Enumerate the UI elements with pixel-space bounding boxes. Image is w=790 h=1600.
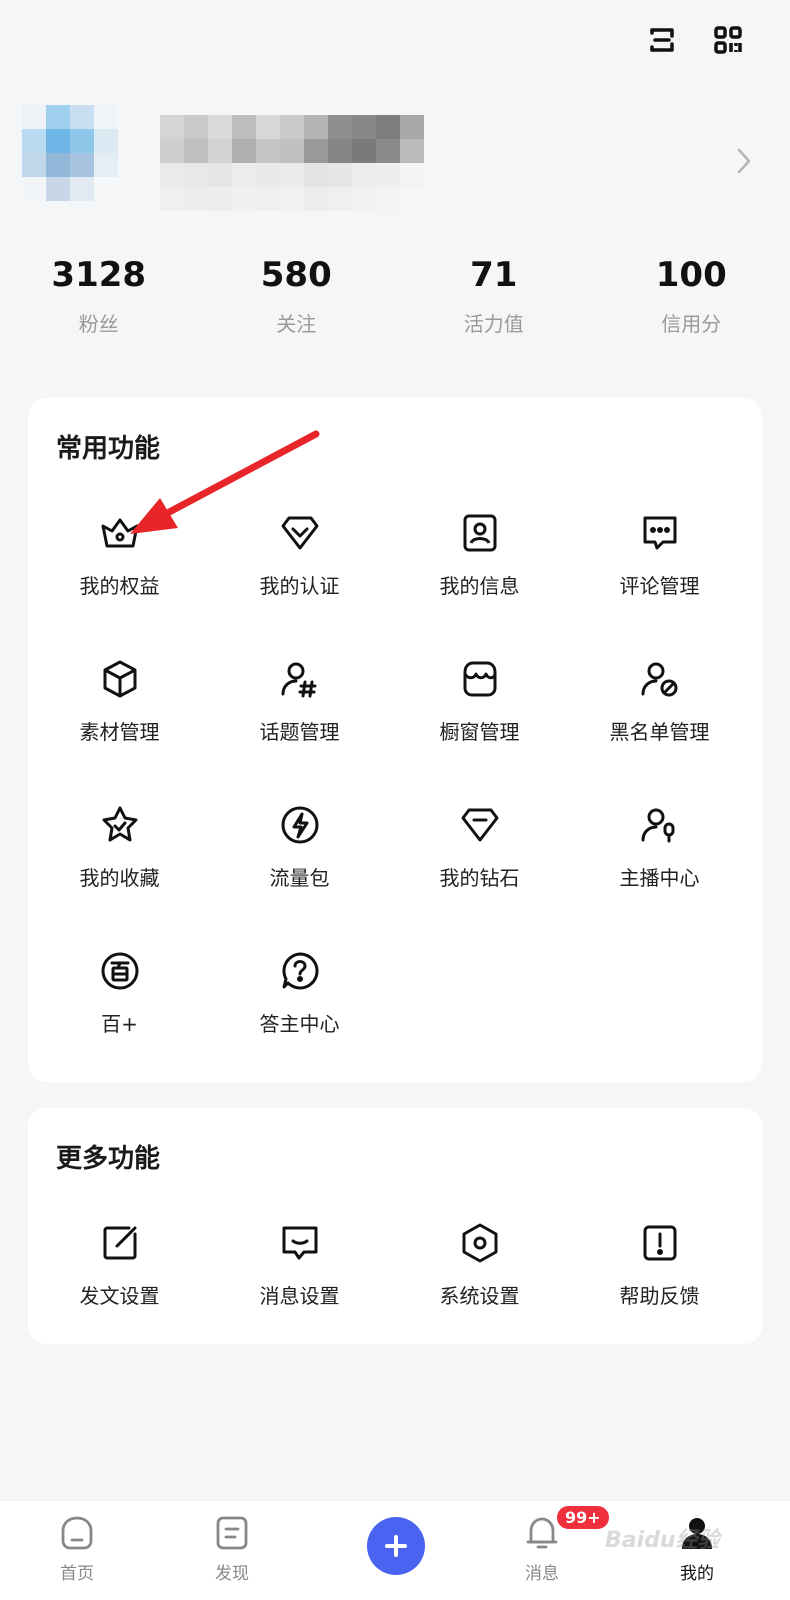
item-label: 黑名单管理 <box>609 720 710 744</box>
nav-label: 首页 <box>60 1564 94 1584</box>
annotation-arrow <box>130 430 320 534</box>
stat-credit[interactable]: 100 信用分 <box>593 252 790 337</box>
nav-discover[interactable]: 发现 <box>187 1513 277 1584</box>
publish-button[interactable] <box>367 1517 425 1575</box>
item-label: 主播中心 <box>619 866 700 890</box>
item-label: 我的认证 <box>259 574 340 598</box>
home-icon <box>61 1516 93 1550</box>
item-label: 素材管理 <box>79 720 160 744</box>
discover-icon <box>216 1516 248 1550</box>
plus-icon <box>385 1535 407 1557</box>
item-label: 消息设置 <box>259 1284 340 1308</box>
item-my-diamonds[interactable]: 我的钻石 <box>388 804 571 924</box>
item-system-settings[interactable]: 系统设置 <box>388 1222 571 1342</box>
item-label: 橱窗管理 <box>439 720 520 744</box>
chevron-right-icon[interactable] <box>734 146 754 176</box>
feedback-icon <box>643 1225 676 1261</box>
item-label: 我的信息 <box>439 574 520 598</box>
stat-value: 71 <box>470 255 518 295</box>
lightning-icon <box>281 806 318 844</box>
stat-label: 关注 <box>276 312 317 336</box>
more-functions-card: 更多功能 发文设置 消息设置 系统设置 帮助反馈 <box>28 1108 762 1344</box>
star-icon <box>102 806 137 842</box>
scan-icon[interactable] <box>644 22 680 58</box>
message-icon <box>282 1226 317 1260</box>
cube-icon <box>103 660 136 698</box>
item-material-manage[interactable]: 素材管理 <box>28 658 211 778</box>
item-answerer-center[interactable]: 答主中心 <box>208 950 391 1070</box>
stat-value: 100 <box>655 255 727 295</box>
username-blurred[interactable] <box>160 115 424 211</box>
item-blacklist-manage[interactable]: 黑名单管理 <box>568 658 751 778</box>
nav-label: 消息 <box>525 1564 559 1584</box>
item-label: 我的收藏 <box>79 866 160 890</box>
diamond-icon <box>461 808 498 842</box>
profile-page: 3128 粉丝 580 关注 71 活力值 100 信用分 常用功能 我的权益 <box>0 0 790 1600</box>
item-help-feedback[interactable]: 帮助反馈 <box>568 1222 751 1342</box>
edit-icon <box>103 1226 136 1260</box>
item-comment-manage[interactable]: 评论管理 <box>568 512 751 632</box>
shop-icon <box>463 661 496 697</box>
item-label: 答主中心 <box>259 1012 340 1036</box>
nav-label: 我的 <box>680 1564 714 1584</box>
stats-bar: 3128 粉丝 580 关注 71 活力值 100 信用分 <box>0 252 790 337</box>
section-title: 更多功能 <box>56 1144 161 1174</box>
watermark: Baidu经验 <box>605 1528 720 1553</box>
item-shop-manage[interactable]: 橱窗管理 <box>388 658 571 778</box>
stat-following[interactable]: 580 关注 <box>198 252 396 337</box>
stat-label: 粉丝 <box>78 312 119 336</box>
item-label: 我的钻石 <box>439 866 520 890</box>
unread-badge: 99+ <box>555 1504 611 1531</box>
stat-label: 信用分 <box>661 312 722 336</box>
item-label: 流量包 <box>269 866 330 890</box>
item-anchor-center[interactable]: 主播中心 <box>568 804 751 924</box>
stat-value: 580 <box>260 255 332 295</box>
item-topic-manage[interactable]: 话题管理 <box>208 658 391 778</box>
item-label: 我的权益 <box>79 574 160 598</box>
stat-activity[interactable]: 71 活力值 <box>395 252 593 337</box>
avatar[interactable] <box>22 105 118 201</box>
block-user-icon <box>641 662 677 697</box>
item-label: 帮助反馈 <box>619 1284 700 1308</box>
stat-label: 活力值 <box>463 312 524 336</box>
nav-label: 发现 <box>215 1564 249 1584</box>
item-label: 发文设置 <box>79 1284 160 1308</box>
item-post-settings[interactable]: 发文设置 <box>28 1222 211 1342</box>
item-my-favorites[interactable]: 我的收藏 <box>28 804 211 924</box>
profile-card-icon <box>463 514 496 552</box>
item-message-settings[interactable]: 消息设置 <box>208 1222 391 1342</box>
item-label: 系统设置 <box>439 1284 520 1308</box>
anchor-icon <box>641 808 674 843</box>
item-bai-plus[interactable]: 百+ <box>28 950 211 1070</box>
settings-icon <box>462 1223 497 1263</box>
topic-icon <box>281 662 316 698</box>
item-label: 百+ <box>101 1012 138 1036</box>
stat-fans[interactable]: 3128 粉丝 <box>0 252 198 337</box>
bai-plus-icon <box>101 952 138 990</box>
qr-code-icon[interactable] <box>710 22 746 58</box>
item-label: 话题管理 <box>259 720 340 744</box>
item-traffic-pack[interactable]: 流量包 <box>208 804 391 924</box>
stat-value: 3128 <box>51 255 147 295</box>
nav-home[interactable]: 首页 <box>32 1513 122 1584</box>
question-icon <box>282 952 319 990</box>
comment-icon <box>643 516 676 550</box>
item-my-info[interactable]: 我的信息 <box>388 512 571 632</box>
item-label: 评论管理 <box>619 574 700 598</box>
